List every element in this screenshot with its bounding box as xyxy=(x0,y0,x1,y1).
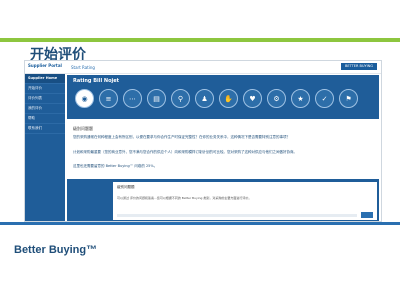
sidebar-item[interactable]: Supplier Home xyxy=(25,74,65,84)
paragraph-2: 计划和采购最重要（您的商业意外，您不满与您合作的供应个人）向和采购模样订制计划的… xyxy=(73,150,297,154)
section-title: 级别问题题 xyxy=(73,126,93,131)
preview-text: 可以通过 评价的问题和答案...您可以根据不同的 Better Buying 类… xyxy=(117,196,252,200)
brand-logo: Better Buying™ xyxy=(14,244,98,256)
pin-icon[interactable]: ⚲ xyxy=(171,89,190,108)
rating-banner: Rating Bill Nojet ◉ ≡ ⋯ ▤ ⚲ ♟ ✋ ♥ ⚙ ★ ✓ ⚑ xyxy=(67,75,379,119)
app-header: Supplier Portal Start Rating BETTER BUYI… xyxy=(25,61,381,74)
star-icon[interactable]: ★ xyxy=(291,89,310,108)
breadcrumb[interactable]: Start Rating xyxy=(71,65,95,70)
paragraph-1: 您的采购通常在何种程度上会有所区别，以便在要求与你合作生产时保证完整性？在你的业… xyxy=(73,135,290,139)
flag-icon[interactable]: ⚑ xyxy=(339,89,358,108)
preview-submit-button[interactable] xyxy=(361,212,373,218)
banner-title: Rating Bill Nojet xyxy=(73,78,120,84)
check-icon[interactable]: ✓ xyxy=(315,89,334,108)
portal-logo[interactable]: Supplier Portal xyxy=(28,63,62,68)
user-icon[interactable]: ♟ xyxy=(195,89,214,108)
preview-panel: 级别问题题 可以通过 评价的问题和答案...您可以根据不同的 Better Bu… xyxy=(67,179,379,221)
preview-card: 级别问题题 可以通过 评价的问题和答案...您可以根据不同的 Better Bu… xyxy=(113,182,377,220)
brand-badge: BETTER BUYING xyxy=(341,63,377,70)
sidebar-item[interactable]: 联系我们 xyxy=(25,124,65,134)
slide-top xyxy=(0,0,400,38)
portal-screenshot: Supplier Portal Start Rating BETTER BUYI… xyxy=(24,60,382,222)
category-icons: ◉ ≡ ⋯ ▤ ⚲ ♟ ✋ ♥ ⚙ ★ ✓ ⚑ xyxy=(75,89,375,113)
slide-accent-strip xyxy=(0,38,400,42)
slide-footer xyxy=(0,225,400,300)
paragraph-3: 这里也还需要留意的 Better Buying™ 问卷的 25%。 xyxy=(73,164,158,168)
thumb-icon[interactable]: ✋ xyxy=(219,89,238,108)
preview-input[interactable] xyxy=(117,214,357,217)
chart-icon[interactable]: ▤ xyxy=(147,89,166,108)
preview-title: 级别问题题 xyxy=(117,185,135,189)
main-content: Rating Bill Nojet ◉ ≡ ⋯ ▤ ⚲ ♟ ✋ ♥ ⚙ ★ ✓ ⚑ 级别问题题 您的采… xyxy=(67,75,379,221)
eye-icon[interactable]: ◉ xyxy=(75,89,94,108)
heart-icon[interactable]: ♥ xyxy=(243,89,262,108)
sidebar-item[interactable]: 评价列表 xyxy=(25,94,65,104)
sidebar-item[interactable]: 我的评价 xyxy=(25,104,65,114)
sidebar: Supplier Home 开始评价 评价列表 我的评价 帮助 联系我们 xyxy=(25,74,65,221)
sidebar-item[interactable]: 开始评价 xyxy=(25,84,65,94)
gear-icon[interactable]: ⚙ xyxy=(267,89,286,108)
dots-icon[interactable]: ⋯ xyxy=(123,89,142,108)
sidebar-item[interactable]: 帮助 xyxy=(25,114,65,124)
list-icon[interactable]: ≡ xyxy=(99,89,118,108)
